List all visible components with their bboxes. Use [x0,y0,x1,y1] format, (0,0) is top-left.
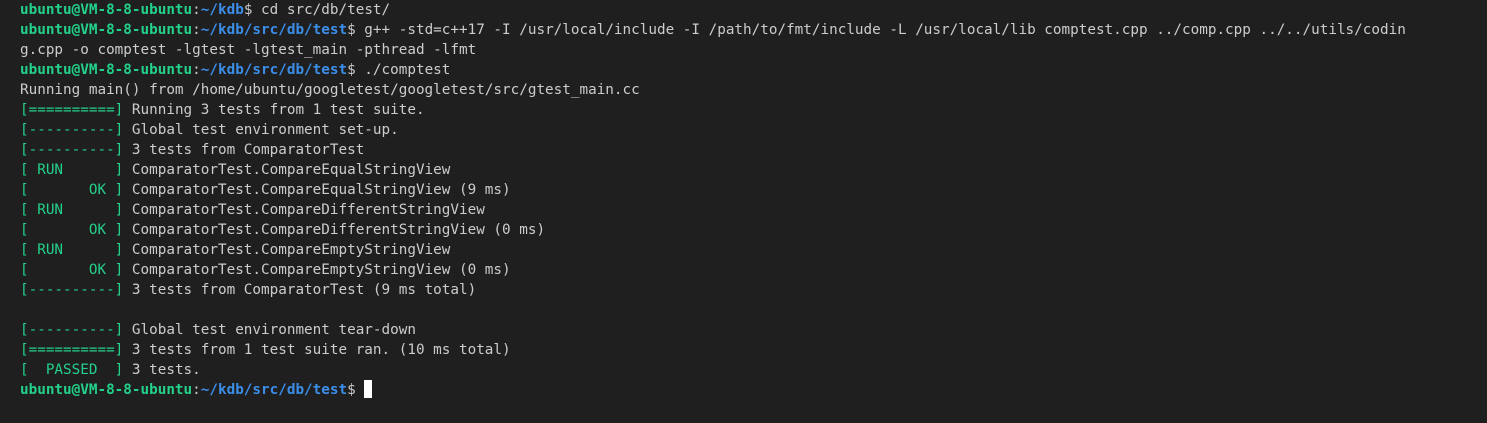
output-text: ComparatorTest.CompareDifferentStringVie… [123,222,546,238]
gtest-tag: [----------] [20,282,124,298]
prompt-symbol: $ [347,62,356,78]
gtest-tag: [==========] [20,102,124,118]
gtest-tag: [ OK ] [20,182,124,198]
output-blank-line [20,300,1487,320]
prompt-separator: : [192,2,201,18]
output-line: [ OK ] ComparatorTest.CompareEqualString… [20,180,1487,200]
terminal-line-command-2-wrap: g.cpp -o comptest -lgtest -lgtest_main -… [20,40,1487,60]
prompt-user-host: ubuntu@VM-8-8-ubuntu [20,382,193,398]
terminal-panel[interactable]: ubuntu@VM-8-8-ubuntu:~/kdb$ cd src/db/te… [0,0,1487,423]
output-text: 3 tests from ComparatorTest (9 ms total) [123,282,477,298]
prompt-separator: : [192,62,201,78]
terminal-line-current-prompt[interactable]: ubuntu@VM-8-8-ubuntu:~/kdb/src/db/test$ [20,380,1487,400]
gtest-tag: [ PASSED ] [20,362,124,378]
gtest-tag: [ RUN ] [20,202,124,218]
output-line: [----------] 3 tests from ComparatorTest… [20,280,1487,300]
output-text: Global test environment set-up. [123,122,399,138]
prompt-user-host: ubuntu@VM-8-8-ubuntu [20,2,193,18]
prompt-path: ~/kdb/src/db/test [200,382,348,398]
block-cursor-icon [364,380,373,398]
terminal-line-command-3: ubuntu@VM-8-8-ubuntu:~/kdb/src/db/test$ … [20,60,1487,80]
output-line: [ RUN ] ComparatorTest.CompareEmptyStrin… [20,240,1487,260]
output-line: [==========] 3 tests from 1 test suite r… [20,340,1487,360]
output-text: 3 tests from 1 test suite ran. (10 ms to… [123,342,511,358]
output-line: [==========] Running 3 tests from 1 test… [20,100,1487,120]
gtest-tag: [----------] [20,142,124,158]
output-text: ComparatorTest.CompareEmptyStringView [123,242,451,258]
output-line: [ OK ] ComparatorTest.CompareEmptyString… [20,260,1487,280]
output-line: [----------] Global test environment set… [20,120,1487,140]
output-line: [ RUN ] ComparatorTest.CompareEqualStrin… [20,160,1487,180]
gtest-tag: [ OK ] [20,222,124,238]
output-line: [ PASSED ] 3 tests. [20,360,1487,380]
prompt-separator: : [192,382,201,398]
output-line: [----------] 3 tests from ComparatorTest [20,140,1487,160]
prompt-path: ~/kdb/src/db/test [200,22,348,38]
gtest-tag: [==========] [20,342,124,358]
prompt-path: ~/kdb [200,2,244,18]
command-text: g++ -std=c++17 -I /usr/local/include -I … [355,22,1406,38]
command-text: cd src/db/test/ [252,2,391,18]
output-text: ComparatorTest.CompareEqualStringView (9… [123,182,511,198]
output-line: [ OK ] ComparatorTest.CompareDifferentSt… [20,220,1487,240]
command-text-continued: g.cpp -o comptest -lgtest -lgtest_main -… [20,42,477,58]
output-text: Global test environment tear-down [123,322,416,338]
output-text: 3 tests. [123,362,201,378]
terminal-line-command-2: ubuntu@VM-8-8-ubuntu:~/kdb/src/db/test$ … [20,20,1487,40]
output-text: Running 3 tests from 1 test suite. [123,102,425,118]
command-text: ./comptest [355,62,451,78]
gtest-tag: [----------] [20,122,124,138]
gtest-tag: [ OK ] [20,262,124,278]
prompt-path: ~/kdb/src/db/test [200,62,348,78]
terminal-line-command-1: ubuntu@VM-8-8-ubuntu:~/kdb$ cd src/db/te… [20,0,1487,20]
gtest-tag: [ RUN ] [20,162,124,178]
prompt-user-host: ubuntu@VM-8-8-ubuntu [20,22,193,38]
prompt-separator: : [192,22,201,38]
output-line: Running main() from /home/ubuntu/googlet… [20,80,1487,100]
output-text: ComparatorTest.CompareEmptyStringView (0… [123,262,511,278]
prompt-user-host: ubuntu@VM-8-8-ubuntu [20,62,193,78]
output-text: Running main() from /home/ubuntu/googlet… [20,82,640,98]
output-text: ComparatorTest.CompareEqualStringView [123,162,451,178]
gtest-tag: [ RUN ] [20,242,124,258]
prompt-symbol: $ [347,382,356,398]
output-text: ComparatorTest.CompareDifferentStringVie… [123,202,485,218]
output-line: [ RUN ] ComparatorTest.CompareDifferentS… [20,200,1487,220]
output-line: [----------] Global test environment tea… [20,320,1487,340]
output-text: 3 tests from ComparatorTest [123,142,365,158]
prompt-symbol: $ [347,22,356,38]
gtest-tag: [----------] [20,322,124,338]
